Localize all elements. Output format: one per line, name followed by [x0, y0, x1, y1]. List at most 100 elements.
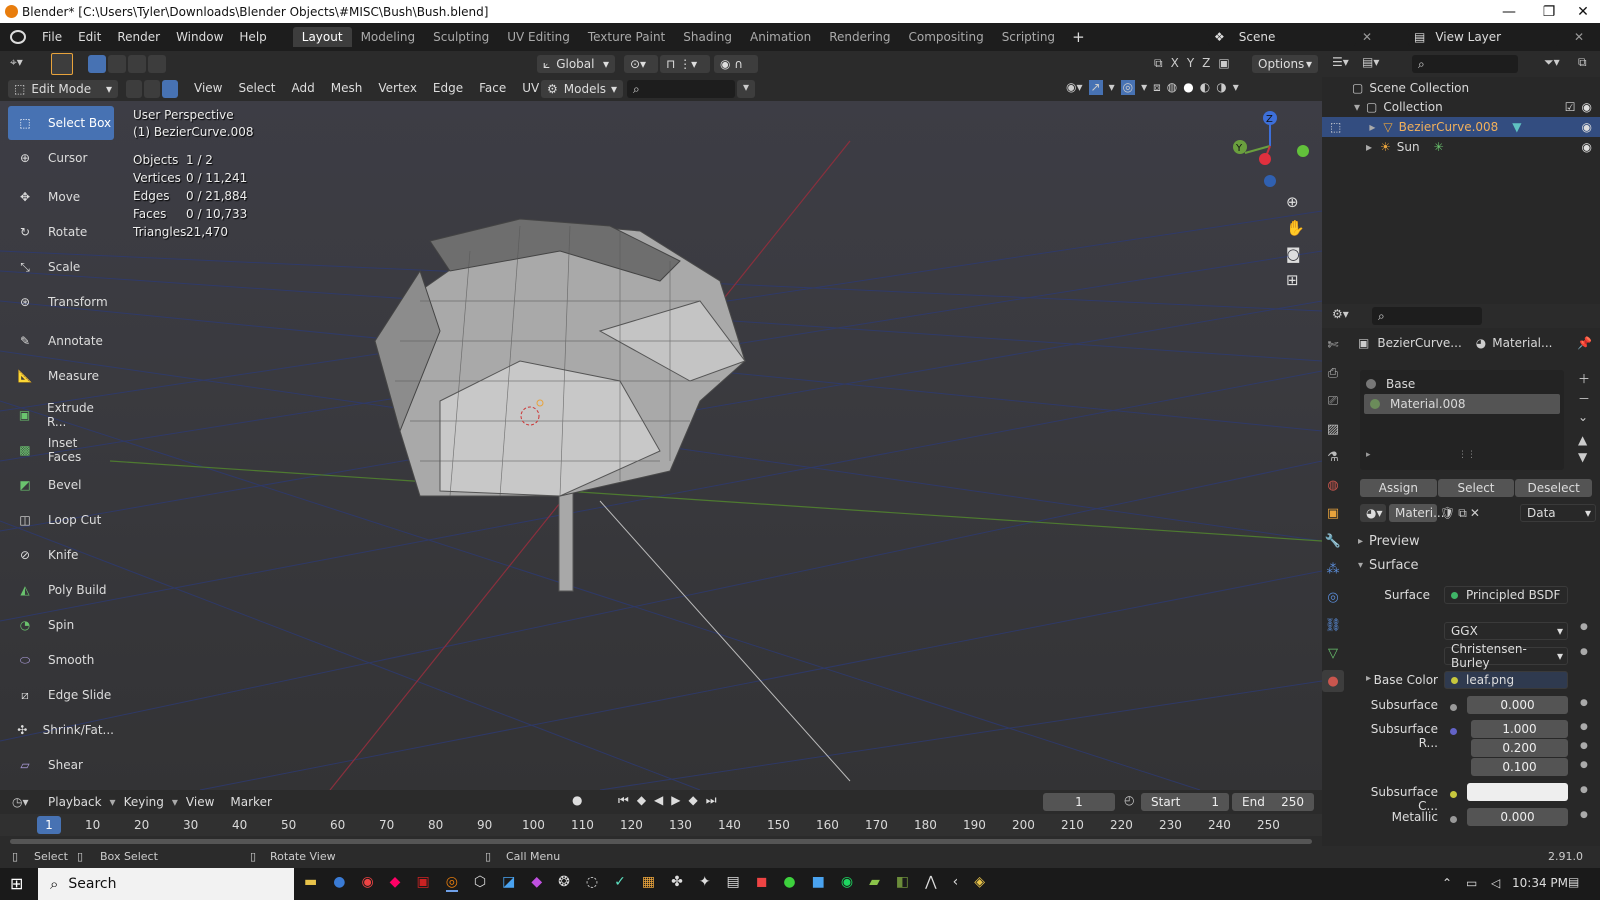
mirror-icon[interactable]: ⧉ — [1154, 56, 1163, 71]
start-frame-field[interactable]: Start 1 — [1141, 793, 1229, 811]
record-icon[interactable]: ● — [572, 793, 582, 807]
file-explorer-icon[interactable]: ▬ — [304, 874, 317, 892]
keyframe-dot-icon[interactable]: ● — [1580, 785, 1588, 795]
tool-extrude[interactable]: ▣ Extrude R... — [8, 398, 114, 432]
tray-chevron-icon[interactable]: ⌃ — [1442, 876, 1452, 890]
tool-select-box[interactable]: ⬚ Select Box — [8, 106, 114, 140]
tool-knife[interactable]: ⊘ Knife — [8, 538, 114, 572]
gizmo-dropdown-icon[interactable]: ▾ — [1109, 80, 1115, 95]
xray-icon[interactable]: ⧈ — [1153, 80, 1161, 95]
app-icon-13[interactable]: ● — [783, 874, 795, 892]
tool-inset-faces[interactable]: ▩ Inset Faces — [8, 433, 114, 467]
ortho-grid-icon[interactable]: ⊞ — [1286, 271, 1305, 289]
select-tool-icon[interactable] — [51, 53, 73, 75]
app-icon-3[interactable]: ◪ — [502, 874, 515, 892]
metallic-field[interactable]: 0.000 — [1467, 808, 1568, 826]
snap-dropdown[interactable]: ⊓ ⋮▾ — [660, 55, 710, 73]
jump-end-icon[interactable]: ⏭ — [706, 793, 717, 808]
outliner-item-sun[interactable]: ▸ ☀ Sun ✳ ◉ — [1322, 137, 1600, 157]
mirror-y-toggle[interactable]: Y — [1187, 56, 1194, 71]
expand-arrow-icon[interactable]: ▸ — [1366, 450, 1371, 460]
select-extend-icon[interactable] — [108, 55, 126, 73]
select-subtract-icon[interactable] — [128, 55, 146, 73]
zoom-icon[interactable]: ⊕ — [1286, 193, 1305, 211]
edit-mode-indicator-icon[interactable]: ⬚ — [1330, 120, 1341, 134]
volume-icon[interactable]: ◁ — [1491, 876, 1500, 890]
remove-slot-icon[interactable]: － — [1578, 390, 1590, 407]
scene-properties-icon[interactable]: ⚗ — [1322, 446, 1344, 468]
fake-user-icon[interactable]: 🛡 — [1440, 506, 1455, 520]
camera-view-icon[interactable]: ◙ — [1286, 245, 1305, 263]
tool-transform[interactable]: ⊛ Transform — [8, 285, 114, 319]
overlay-dropdown-icon[interactable]: ▾ — [1141, 80, 1147, 95]
overlay-icon[interactable]: ◎ — [1120, 80, 1136, 95]
keyframe-dot-icon[interactable]: ● — [1580, 760, 1588, 770]
playhead-frame[interactable]: 1 — [37, 816, 61, 834]
minimize-button[interactable]: — — [1486, 0, 1532, 23]
subsurface-color-swatch[interactable] — [1467, 783, 1568, 801]
subsurface-field[interactable]: 0.000 — [1467, 696, 1568, 714]
base-color-texture-field[interactable]: leaf.png — [1444, 671, 1568, 689]
prev-keyframe-icon[interactable]: ◆ — [637, 793, 646, 808]
new-collection-icon[interactable]: ⧉ — [1578, 55, 1587, 70]
wireframe-shading-icon[interactable]: ◍ — [1167, 80, 1177, 95]
app-icon-9[interactable]: ✤ — [671, 874, 683, 892]
slot-menu-icon[interactable]: ⌄ — [1578, 410, 1590, 424]
filter-dropdown-icon[interactable]: ▾ — [737, 80, 755, 98]
proportional-edit-dropdown[interactable]: ◉ ∩ — [714, 55, 758, 73]
tab-texture-paint[interactable]: Texture Paint — [579, 27, 674, 47]
play-icon[interactable]: ▶ — [671, 793, 680, 808]
auto-merge-icon[interactable]: ▣ — [1218, 56, 1229, 71]
link-dropdown[interactable]: Data ▾ — [1520, 504, 1596, 522]
frame-ruler[interactable]: 1 10 20 30 40 50 60 70 80 90 100 110 120… — [0, 814, 1322, 836]
network-icon[interactable]: ▭ — [1466, 876, 1477, 890]
app-icon-8[interactable]: ▦ — [642, 874, 655, 892]
gizmo-neg-z-axis[interactable] — [1264, 175, 1276, 187]
tab-sculpting[interactable]: Sculpting — [424, 27, 498, 47]
jump-start-icon[interactable]: ⏮ — [618, 793, 629, 808]
display-mode-icon[interactable]: ▤▾ — [1362, 55, 1379, 69]
material-slot-active[interactable]: Material.008 — [1364, 394, 1560, 414]
view-layer-selector[interactable]: ▤ View Layer — [1408, 28, 1558, 46]
menu-edit[interactable]: Edit — [70, 30, 109, 44]
exclude-checkbox[interactable]: ☑ — [1565, 100, 1576, 114]
menu-edge[interactable]: Edge — [425, 81, 471, 95]
tab-modeling[interactable]: Modeling — [352, 27, 425, 47]
distribution-dropdown[interactable]: GGX ▾ — [1444, 622, 1568, 640]
keyframe-dot-icon[interactable]: ● — [1580, 810, 1588, 820]
rendered-shading-icon[interactable]: ◑ — [1216, 80, 1226, 95]
outliner-search-input[interactable]: ⌕ — [1412, 55, 1518, 73]
assign-button[interactable]: Assign — [1360, 479, 1437, 497]
timeline-scrollbar[interactable] — [10, 839, 1312, 844]
blender-taskbar-icon[interactable]: ◎ — [445, 874, 458, 892]
play-reverse-icon[interactable]: ◀ — [654, 793, 663, 808]
tool-poly-build[interactable]: ◭ Poly Build — [8, 573, 114, 607]
tab-scripting[interactable]: Scripting — [993, 27, 1064, 47]
tool-annotate[interactable]: ✎ Annotate — [8, 324, 114, 358]
data-properties-icon[interactable]: ▽ — [1322, 642, 1344, 664]
tool-spin[interactable]: ◔ Spin — [8, 608, 114, 642]
end-frame-field[interactable]: End 250 — [1232, 793, 1314, 811]
move-slot-down-icon[interactable]: ▼ — [1578, 450, 1590, 464]
app-icon-14[interactable]: ■ — [812, 874, 825, 892]
chrome-icon[interactable]: ◉ — [361, 874, 373, 892]
keyframe-dot-icon[interactable]: ● — [1580, 698, 1588, 708]
mode-dropdown[interactable]: ⬚ Edit Mode ▾ — [8, 80, 118, 98]
menu-select[interactable]: Select — [230, 81, 283, 95]
app-icon-18[interactable]: ◈ — [974, 874, 985, 892]
pivot-point-dropdown[interactable]: ⊙▾ — [624, 55, 658, 73]
tool-cursor[interactable]: ⊕ Cursor — [8, 141, 114, 175]
scene-selector[interactable]: ❖ Scene — [1208, 28, 1356, 46]
add-slot-icon[interactable]: ＋ — [1578, 370, 1590, 387]
keyframe-dot-icon[interactable]: ● — [1580, 741, 1588, 751]
subsurface-method-dropdown[interactable]: Christensen-Burley ▾ — [1444, 642, 1568, 670]
subsurface-radius-x-field[interactable]: 1.000 — [1471, 720, 1568, 738]
scene-collection-row[interactable]: ▢ Scene Collection — [1352, 81, 1469, 95]
menu-render[interactable]: Render — [109, 30, 168, 44]
app-icon-16[interactable]: ⋀ — [925, 874, 936, 892]
app-icon-15[interactable]: ▰ — [869, 874, 880, 892]
close-button[interactable]: ✕ — [1566, 0, 1600, 23]
material-name-field[interactable]: Materi... — [1389, 504, 1445, 522]
world-properties-icon[interactable]: ◍ — [1322, 474, 1344, 496]
menu-vertex[interactable]: Vertex — [370, 81, 425, 95]
